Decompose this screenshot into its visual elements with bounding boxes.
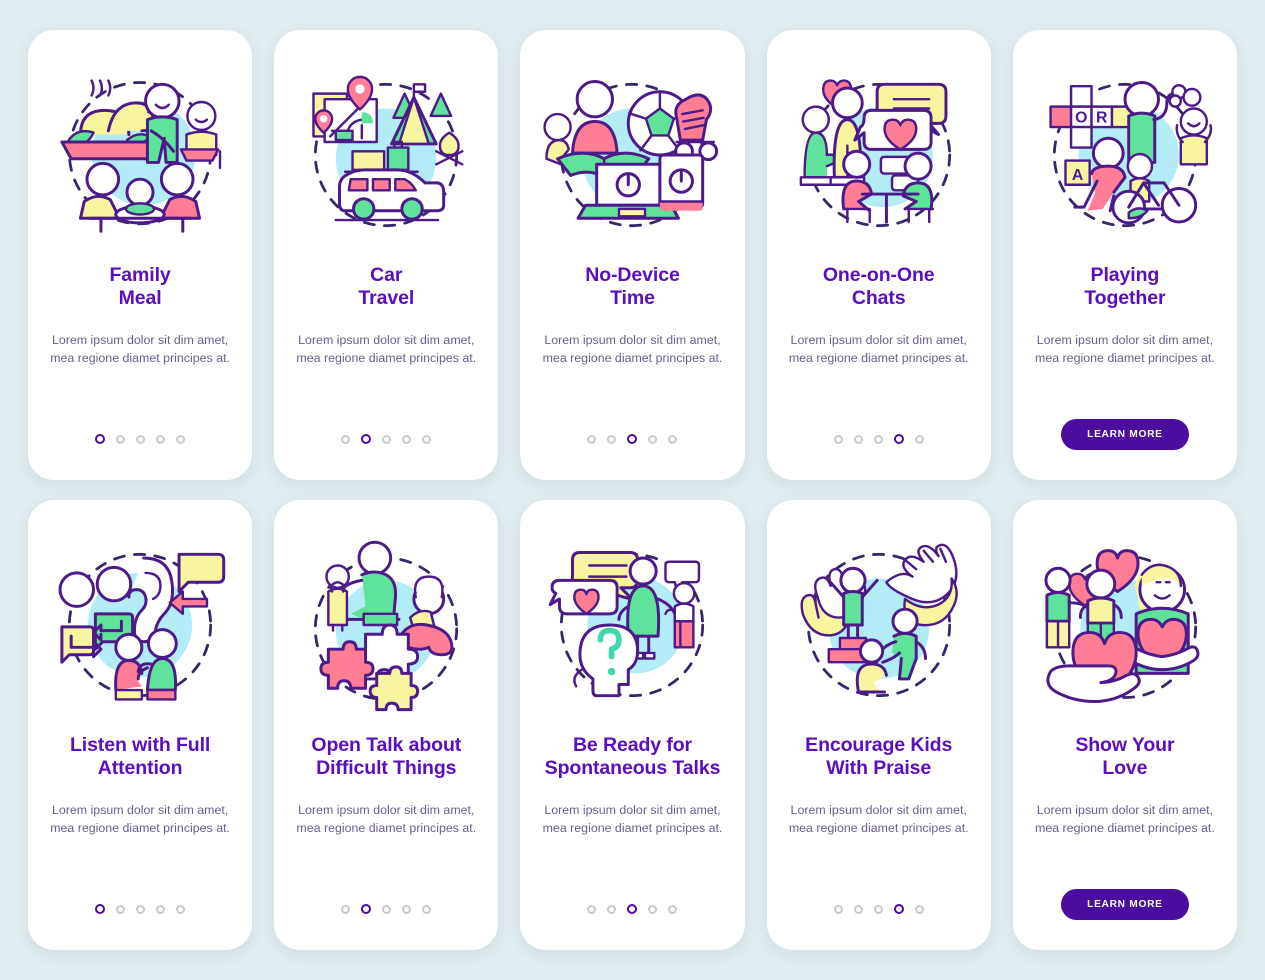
heart-hand-illustration — [1032, 532, 1218, 718]
card-title: No-Device Time — [585, 264, 680, 309]
pagination-dots[interactable] — [833, 896, 924, 922]
card-title: Be Ready for Spontaneous Talks — [544, 734, 721, 779]
pagination-dot[interactable] — [361, 434, 372, 444]
onboarding-card-listen-with-full-attention: Listen with Full Attention Lorem ipsum do… — [28, 500, 253, 950]
pagination-dot[interactable] — [156, 434, 166, 444]
card-body-text: Lorem ipsum dolor sit dim amet, mea regi… — [50, 333, 230, 365]
learn-more-button[interactable]: LEARN MORE — [1061, 419, 1189, 450]
pagination-dot[interactable] — [402, 434, 412, 444]
playing-together-illustration: O R A — [1032, 62, 1218, 248]
pagination-dot[interactable] — [627, 434, 638, 444]
card-title: Playing Together — [1084, 264, 1166, 309]
pagination-dots[interactable] — [587, 896, 678, 922]
pagination-dot[interactable] — [176, 434, 186, 444]
pagination-dot[interactable] — [95, 434, 106, 444]
pagination-dot[interactable] — [587, 904, 597, 914]
card-body-text: Lorem ipsum dolor sit dim amet, mea regi… — [296, 803, 477, 835]
pagination-dot[interactable] — [422, 434, 432, 444]
pagination-dot[interactable] — [116, 904, 126, 914]
card-title: One-on-One Chats — [822, 264, 935, 309]
pagination-dot[interactable] — [893, 904, 904, 914]
onboarding-card-car-travel: Car Travel Lorem ipsum dolor sit dim amet… — [274, 30, 499, 480]
svg-text:R: R — [1096, 109, 1108, 126]
pagination-dot[interactable] — [136, 904, 146, 914]
card-body-text: Lorem ipsum dolor sit dim amet, mea regi… — [542, 803, 723, 835]
pagination-dot[interactable] — [853, 904, 863, 914]
family-meal-illustration — [47, 62, 233, 248]
card-title: Encourage Kids With Praise — [805, 734, 953, 779]
card-title: Car Travel — [358, 264, 415, 309]
question-head-illustration — [539, 532, 725, 718]
onboarding-card-encourage-kids-with-praise: Encourage Kids With Praise Lorem ipsum do… — [766, 500, 991, 950]
pagination-dot[interactable] — [136, 434, 146, 444]
pagination-dot[interactable] — [341, 904, 351, 914]
pagination-dots[interactable] — [95, 426, 186, 452]
listening-ear-illustration — [47, 532, 233, 718]
card-body-text: Lorem ipsum dolor sit dim amet, mea regi… — [542, 333, 723, 365]
card-body-text: Lorem ipsum dolor sit dim amet, mea regi… — [50, 803, 230, 835]
pagination-dot[interactable] — [116, 434, 126, 444]
one-on-one-chats-illustration — [786, 62, 972, 248]
card-body-text: Lorem ipsum dolor sit dim amet, mea regi… — [788, 803, 969, 835]
pagination-dot[interactable] — [648, 434, 658, 444]
pagination-dot[interactable] — [627, 904, 638, 914]
pagination-dots[interactable] — [95, 896, 186, 922]
pagination-dot[interactable] — [382, 904, 392, 914]
pagination-dot[interactable] — [853, 434, 863, 444]
pagination-dot[interactable] — [668, 434, 678, 444]
onboarding-card-playing-together: O R A Playing Together Lorem ipsum dolor… — [1012, 30, 1237, 480]
card-title: Show Your Love — [1075, 734, 1175, 779]
onboarding-card-family-meal: Family Meal Lorem ipsum dolor sit dim ame… — [28, 30, 253, 480]
pagination-dot[interactable] — [361, 904, 372, 914]
card-title: Listen with Full Attention — [69, 734, 211, 779]
pagination-dot[interactable] — [873, 904, 883, 914]
pagination-dot[interactable] — [176, 904, 186, 914]
svg-text:O: O — [1075, 109, 1087, 126]
pagination-dot[interactable] — [607, 434, 617, 444]
card-title: Family Meal — [109, 264, 171, 309]
pagination-dots[interactable] — [587, 426, 678, 452]
learn-more-button[interactable]: LEARN MORE — [1061, 889, 1189, 920]
pagination-dot[interactable] — [914, 434, 924, 444]
pagination-dot[interactable] — [422, 904, 432, 914]
pagination-dot[interactable] — [668, 904, 678, 914]
card-body-text: Lorem ipsum dolor sit dim amet, mea regi… — [296, 333, 477, 365]
puzzle-talk-illustration — [293, 532, 479, 718]
pagination-dot[interactable] — [156, 904, 166, 914]
card-body-text: Lorem ipsum dolor sit dim amet, mea regi… — [788, 333, 969, 365]
pagination-dots[interactable] — [341, 426, 432, 452]
pagination-dot[interactable] — [95, 904, 106, 914]
pagination-dot[interactable] — [648, 904, 658, 914]
onboarding-card-one-on-one-chats: One-on-One Chats Lorem ipsum dolor sit di… — [766, 30, 991, 480]
svg-text:A: A — [1072, 167, 1083, 184]
onboarding-screens-board: Family Meal Lorem ipsum dolor sit dim ame… — [0, 0, 1265, 980]
onboarding-card-open-talk-about-difficult-things: Open Talk about Difficult Things Lorem ip… — [274, 500, 499, 950]
pagination-dot[interactable] — [341, 434, 351, 444]
car-travel-illustration — [293, 62, 479, 248]
card-body-text: Lorem ipsum dolor sit dim amet, mea regi… — [1035, 333, 1215, 365]
onboarding-card-show-your-love: Show Your Love Lorem ipsum dolor sit dim … — [1012, 500, 1237, 950]
no-device-time-illustration — [539, 62, 725, 248]
pagination-dot[interactable] — [914, 904, 924, 914]
pagination-dot[interactable] — [833, 904, 843, 914]
card-title: Open Talk about Difficult Things — [311, 734, 462, 779]
pagination-dot[interactable] — [833, 434, 843, 444]
pagination-dot[interactable] — [607, 904, 617, 914]
pagination-dots[interactable] — [341, 896, 432, 922]
onboarding-card-no-device-time: No-Device Time Lorem ipsum dolor sit dim … — [520, 30, 745, 480]
pagination-dots[interactable] — [833, 426, 924, 452]
pagination-dot[interactable] — [587, 434, 597, 444]
pagination-dot[interactable] — [873, 434, 883, 444]
pagination-dot[interactable] — [402, 904, 412, 914]
applause-podium-illustration — [786, 532, 972, 718]
pagination-dot[interactable] — [893, 434, 904, 444]
pagination-dot[interactable] — [382, 434, 392, 444]
card-body-text: Lorem ipsum dolor sit dim amet, mea regi… — [1035, 803, 1215, 835]
onboarding-card-be-ready-for-spontaneous-talks: Be Ready for Spontaneous Talks Lorem ipsu… — [520, 500, 745, 950]
